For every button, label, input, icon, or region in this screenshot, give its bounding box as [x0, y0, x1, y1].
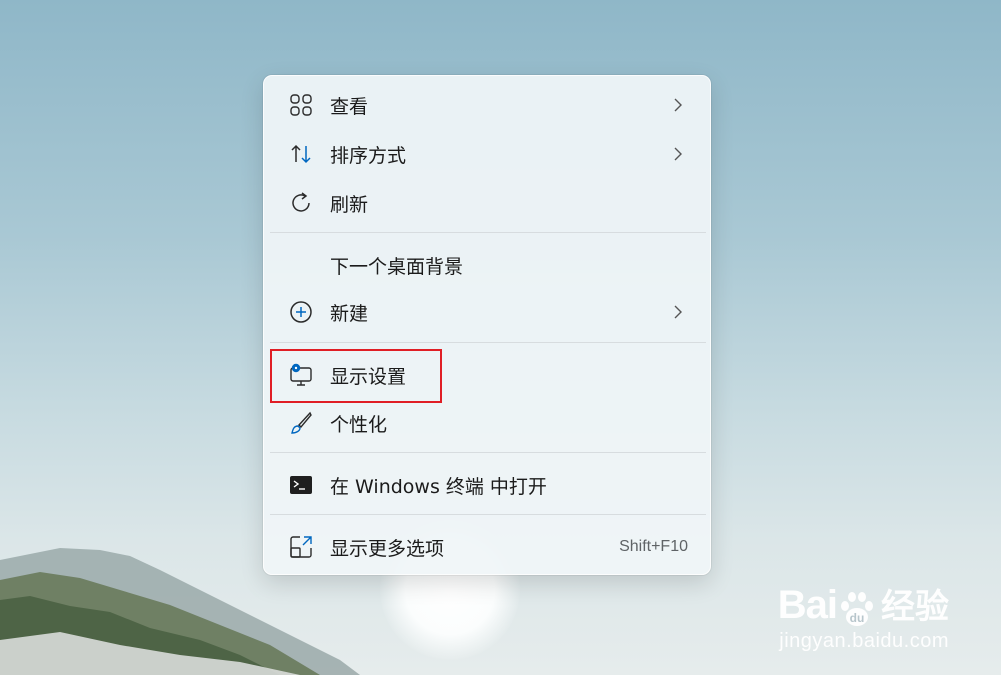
menu-item-show-more-options[interactable]: 显示更多选项 Shift+F10 — [272, 525, 704, 569]
new-plus-icon — [288, 299, 314, 325]
chevron-right-icon — [674, 98, 682, 112]
chevron-right-icon — [674, 305, 682, 319]
menu-item-label: 刷新 — [330, 193, 369, 216]
watermark-brand: Bai — [777, 583, 838, 627]
menu-item-sort-by[interactable]: 排序方式 — [272, 132, 704, 176]
menu-item-view[interactable]: 查看 — [272, 83, 704, 127]
menu-separator — [270, 342, 706, 343]
watermark-url: jingyan.baidu.com — [779, 630, 949, 652]
menu-item-label: 显示更多选项 — [330, 537, 445, 560]
svg-text:du: du — [850, 611, 865, 625]
terminal-icon — [288, 472, 314, 498]
menu-item-label: 新建 — [330, 302, 369, 325]
menu-separator — [270, 452, 706, 453]
menu-item-next-desktop-background[interactable]: 下一个桌面背景 — [272, 243, 704, 287]
menu-item-label: 排序方式 — [330, 144, 407, 167]
menu-separator — [270, 514, 706, 515]
menu-item-label: 查看 — [330, 95, 369, 118]
menu-item-new[interactable]: 新建 — [272, 290, 704, 334]
annotation-highlight-box — [270, 349, 442, 403]
menu-item-label: 在 Windows 终端 中打开 — [330, 475, 547, 498]
menu-item-label: 个性化 — [330, 413, 388, 436]
desktop-context-menu: 查看 排序方式 刷新 下一个桌面背景 新建 显示设置 个性化 在 Windows… — [263, 75, 711, 575]
menu-item-refresh[interactable]: 刷新 — [272, 181, 704, 225]
chevron-right-icon — [674, 147, 682, 161]
personalize-brush-icon — [288, 410, 314, 436]
show-more-options-icon — [288, 534, 314, 560]
view-grid-icon — [288, 92, 314, 118]
keyboard-shortcut: Shift+F10 — [619, 538, 688, 555]
watermark: Bai du 经验 jingyan.baidu.com — [778, 579, 949, 653]
refresh-icon — [288, 190, 314, 216]
menu-separator — [270, 232, 706, 233]
menu-item-personalize[interactable]: 个性化 — [272, 401, 704, 445]
paw-logo-icon: du — [841, 592, 873, 626]
menu-item-label: 下一个桌面背景 — [330, 255, 464, 278]
sort-icon — [288, 141, 314, 167]
watermark-brand-cn: 经验 — [881, 587, 949, 627]
menu-item-open-in-terminal[interactable]: 在 Windows 终端 中打开 — [272, 463, 704, 507]
